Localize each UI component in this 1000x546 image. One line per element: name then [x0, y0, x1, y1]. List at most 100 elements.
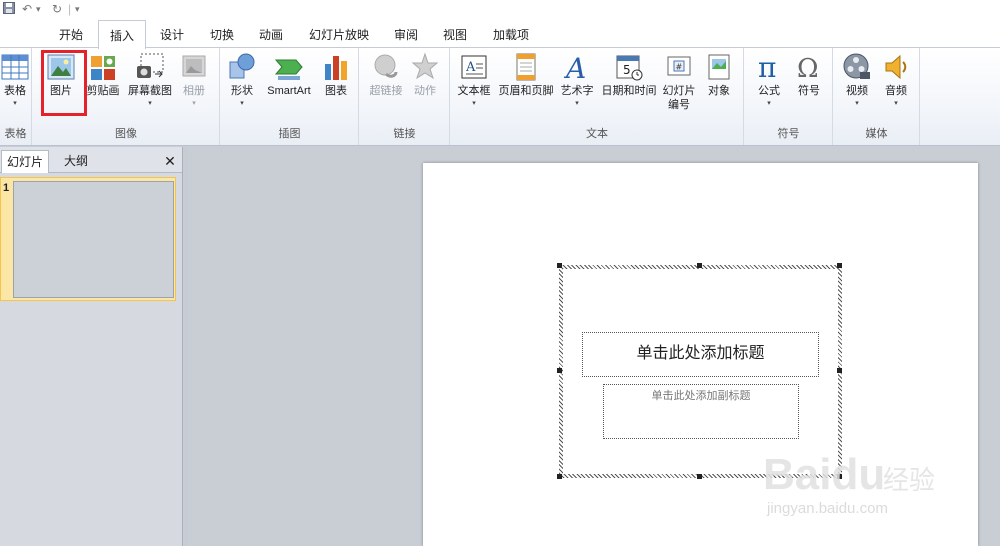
resize-handle-bottom-left[interactable]	[557, 474, 562, 479]
textbox-button[interactable]: A 文本框 ▾	[455, 52, 493, 108]
speaker-icon	[885, 54, 907, 80]
wordart-label: 艺术字	[560, 85, 594, 97]
hyperlink-icon	[374, 54, 398, 78]
baidu-watermark: Baidu 经验 jingyan.baidu.com	[763, 450, 993, 540]
omega-icon: Ω	[797, 54, 819, 82]
equation-dropdown-icon[interactable]: ▾	[751, 100, 787, 108]
shapes-label: 形状	[231, 85, 253, 97]
ribbon: 表格 ▾ 表格 图片 剪贴画 屏幕截图 ▾ 相册 ▾ 图像 形状 ▾ Smart…	[0, 47, 1000, 146]
object-button[interactable]: 对象	[701, 52, 737, 98]
tab-addins[interactable]: 加载项	[487, 20, 535, 48]
pane-splitter[interactable]	[184, 147, 188, 546]
slide-number-icon: #	[667, 56, 691, 76]
group-media: 视频 ▾ 音频 ▾ 媒体	[834, 48, 920, 145]
hyperlink-button[interactable]: 超链接	[366, 52, 406, 98]
table-dropdown-icon[interactable]: ▾	[0, 100, 30, 108]
table-button[interactable]: 表格 ▾	[0, 52, 30, 108]
ribbon-tabs: 开始 插入 设计 切换 动画 幻灯片放映 审阅 视图 加载项	[0, 20, 1000, 49]
wordart-button[interactable]: A 艺术字 ▾	[557, 52, 597, 108]
clipart-button[interactable]: 剪贴画	[83, 52, 123, 98]
datetime-button[interactable]: 5 日期和时间	[599, 52, 659, 98]
audio-dropdown-icon[interactable]: ▾	[878, 100, 914, 108]
resize-handle-right[interactable]	[837, 368, 842, 373]
action-button[interactable]: 动作	[408, 52, 442, 98]
wordart-dropdown-icon[interactable]: ▾	[557, 100, 597, 108]
resize-handle-top[interactable]	[697, 263, 702, 268]
tab-review[interactable]: 审阅	[386, 20, 426, 48]
header-footer-icon	[516, 53, 536, 81]
table-label: 表格	[4, 85, 26, 97]
wordart-icon: A	[563, 52, 586, 82]
group-links-label: 链接	[393, 128, 416, 140]
table-icon	[1, 54, 29, 80]
photo-album-dropdown-icon[interactable]: ▾	[176, 100, 212, 108]
resize-handle-left[interactable]	[557, 368, 562, 373]
textbox-dropdown-icon[interactable]: ▾	[455, 100, 493, 108]
shapes-dropdown-icon[interactable]: ▾	[225, 100, 259, 108]
toolbar-separator: |	[68, 2, 72, 16]
equation-button[interactable]: π 公式 ▾	[751, 52, 787, 108]
resize-handle-bottom[interactable]	[697, 474, 702, 479]
smartart-button[interactable]: SmartArt	[261, 52, 317, 98]
customize-toolbar-icon[interactable]: ▾	[75, 2, 80, 16]
screenshot-button[interactable]: 屏幕截图 ▾	[125, 52, 175, 108]
chart-icon	[325, 56, 347, 80]
symbol-button[interactable]: Ω 符号	[791, 52, 827, 98]
svg-text:Ω: Ω	[797, 54, 819, 82]
equation-label: 公式	[758, 85, 780, 97]
video-button[interactable]: 视频 ▾	[838, 52, 876, 108]
resize-handle-top-left[interactable]	[557, 263, 562, 268]
redo-icon[interactable]: ↻	[52, 2, 62, 16]
action-label: 动作	[414, 85, 436, 97]
object-label: 对象	[708, 85, 730, 97]
screenshot-dropdown-icon[interactable]: ▾	[125, 100, 175, 108]
tab-design[interactable]: 设计	[152, 20, 192, 48]
resize-handle-top-right[interactable]	[837, 263, 842, 268]
chart-label: 图表	[325, 85, 347, 97]
title-placeholder[interactable]: 单击此处添加标题	[582, 332, 819, 377]
screenshot-icon	[137, 53, 164, 78]
watermark-jingyan: 经验	[883, 465, 936, 495]
undo-dropdown-icon[interactable]: ▾	[36, 2, 41, 16]
tab-transitions[interactable]: 切换	[202, 20, 242, 48]
svg-text:5: 5	[623, 63, 631, 77]
subtitle-placeholder[interactable]: 单击此处添加副标题	[603, 384, 799, 439]
video-reel-icon	[843, 53, 870, 79]
group-illustrations: 形状 ▾ SmartArt 图表 插图	[221, 48, 359, 145]
photo-album-icon	[182, 55, 206, 77]
svg-text:A: A	[465, 60, 476, 75]
group-tables: 表格 ▾ 表格	[0, 48, 32, 145]
hyperlink-label: 超链接	[369, 85, 403, 97]
tab-slideshow[interactable]: 幻灯片放映	[303, 20, 375, 48]
group-illustrations-label: 插图	[278, 128, 301, 140]
action-icon	[411, 52, 439, 80]
header-footer-button[interactable]: 页眉和页脚	[495, 52, 557, 98]
watermark-logo-part2: du	[831, 450, 886, 499]
clipart-icon	[91, 56, 115, 80]
tab-home[interactable]: 开始	[49, 20, 93, 48]
calendar-icon: 5	[616, 55, 643, 81]
shapes-button[interactable]: 形状 ▾	[225, 52, 259, 108]
slide-number-label-2: 编号	[668, 99, 690, 111]
slide-thumbnail-item[interactable]: 1	[0, 177, 176, 301]
close-pane-icon[interactable]: ✕	[160, 150, 180, 173]
slide-number-button[interactable]: # 幻灯片 编号	[659, 52, 699, 112]
undo-icon[interactable]: ↶	[22, 2, 32, 16]
watermark-logo-part1: Bai	[763, 450, 832, 499]
tab-animations[interactable]: 动画	[251, 20, 291, 48]
group-symbols: π 公式 ▾ Ω 符号 符号	[745, 48, 833, 145]
save-icon[interactable]	[3, 2, 15, 17]
tab-outline[interactable]: 大纲	[54, 150, 98, 173]
pi-icon: π	[758, 52, 776, 82]
audio-button[interactable]: 音频 ▾	[878, 52, 914, 108]
chart-button[interactable]: 图表	[319, 52, 353, 98]
tab-slides[interactable]: 幻灯片	[1, 150, 49, 173]
video-dropdown-icon[interactable]: ▾	[838, 100, 876, 108]
tab-insert[interactable]: 插入	[98, 20, 146, 49]
svg-text:A: A	[563, 52, 586, 82]
photo-album-button[interactable]: 相册 ▾	[176, 52, 212, 108]
group-symbols-label: 符号	[777, 128, 800, 140]
highlight-picture-button	[41, 50, 87, 116]
slide-thumbnail[interactable]	[13, 181, 174, 298]
tab-view[interactable]: 视图	[435, 20, 475, 48]
